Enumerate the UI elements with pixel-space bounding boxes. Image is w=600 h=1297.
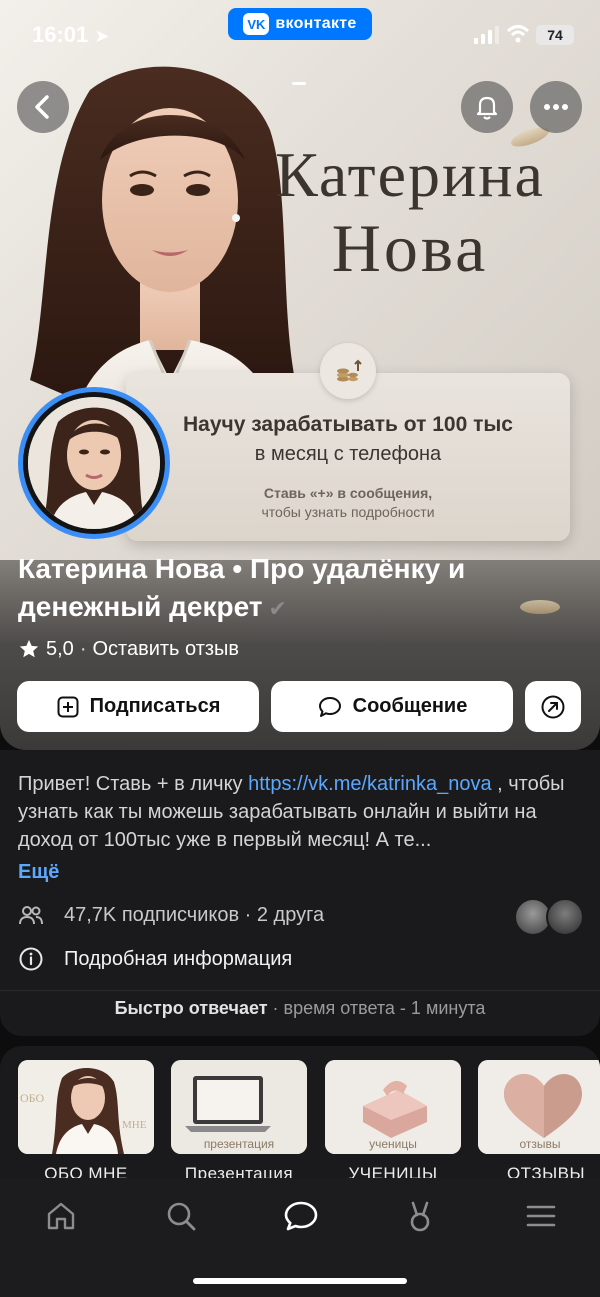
cellular-signal-icon <box>474 26 499 44</box>
cover-title-line2: Нова <box>331 210 489 286</box>
back-button[interactable] <box>17 81 69 133</box>
svg-text:МНЕ: МНЕ <box>122 1119 147 1131</box>
profile-description: Привет! Ставь + в личку https://vk.me/ka… <box>18 770 588 854</box>
plus-square-icon <box>57 696 79 717</box>
tab-clips[interactable] <box>400 1196 440 1236</box>
description-text-start: Привет! Ставь + в личку <box>18 773 249 795</box>
vk-logo-icon: VK <box>243 13 270 35</box>
search-icon <box>167 1202 196 1231</box>
promo-subheadline: в месяц с телефона <box>254 443 442 465</box>
verified-check-icon: ✔ <box>268 596 287 621</box>
description-link[interactable]: https://vk.me/katrinka_nova <box>248 773 491 795</box>
profile-header: Катерина Нова Научу зарабатывать от 100 … <box>0 0 600 750</box>
more-dots-icon <box>544 104 568 110</box>
notifications-button[interactable] <box>461 81 513 133</box>
promo-cta-line2: чтобы узнать подробности <box>261 504 435 520</box>
drag-indicator <box>292 82 306 85</box>
friends-avatars[interactable] <box>514 898 584 936</box>
share-button[interactable] <box>525 681 581 732</box>
messages-icon <box>284 1201 318 1231</box>
cover-title-line1: Катерина <box>275 139 545 210</box>
home-indicator <box>193 1278 407 1284</box>
tab-home[interactable] <box>41 1196 81 1236</box>
friend-avatar <box>546 898 584 936</box>
status-time-text: 16:01 <box>32 22 89 47</box>
chevron-left-icon <box>35 95 49 119</box>
chat-bubble-icon <box>318 696 341 717</box>
tab-messages[interactable] <box>281 1196 321 1236</box>
fast-reply-label: Быстро отвечает <box>114 998 268 1018</box>
home-icon <box>47 1202 75 1230</box>
vk-app-badge-label: вконтакте <box>275 15 357 32</box>
followers-row[interactable]: 47,7K подписчиков · 2 друга <box>18 900 324 930</box>
promo-cta-line1: Ставь «+» в сообщения, <box>263 485 433 501</box>
avatar-photo <box>28 397 160 529</box>
highlight-students[interactable]: ученицы <box>325 1060 461 1154</box>
tab-menu[interactable] <box>521 1196 561 1236</box>
cover-title: Катерина Нова <box>250 139 570 287</box>
subscribe-button[interactable]: Подписаться <box>17 681 259 732</box>
more-options-button[interactable] <box>530 81 582 133</box>
highlight-about-me[interactable]: ОБО МНЕ <box>18 1060 154 1154</box>
tab-search[interactable] <box>161 1196 201 1236</box>
bell-icon <box>476 96 498 120</box>
message-button[interactable]: Сообщение <box>271 681 513 732</box>
rating-separator: · <box>79 637 87 660</box>
status-time: 16:01 ➤ <box>32 22 110 48</box>
response-time-info: Быстро отвечает · время ответа - 1 минут… <box>0 998 600 1019</box>
clips-icon <box>410 1201 430 1232</box>
promo-headline: Научу зарабатывать от 100 тыс <box>183 413 513 436</box>
show-more-link[interactable]: Ещё <box>18 861 59 884</box>
highlight-cover-text: ученицы <box>369 1137 417 1151</box>
highlight-cover-text: ОБО <box>20 1091 44 1105</box>
highlight-reviews[interactable]: отзывы <box>478 1060 600 1154</box>
info-circle-icon <box>19 947 43 971</box>
highlight-cover-text: презентация <box>204 1137 274 1151</box>
rating-row[interactable]: 5,0 · Оставить отзыв <box>18 636 239 662</box>
divider <box>0 990 600 991</box>
highlight-cover-text: отзывы <box>519 1137 560 1151</box>
leave-review-link[interactable]: Оставить отзыв <box>92 638 239 661</box>
avatar-ring <box>23 392 165 534</box>
followers-count: 47,7K подписчиков · 2 друга <box>64 903 325 926</box>
vk-app-badge[interactable]: VK вконтакте <box>228 8 372 40</box>
wifi-icon <box>506 25 530 43</box>
users-icon <box>19 906 43 925</box>
profile-name-text: Катерина Нова • Про удалёнку и денежный … <box>18 553 466 622</box>
profile-name: Катерина Нова • Про удалёнку и денежный … <box>18 550 578 628</box>
reply-time-text: · время ответа - 1 минута <box>267 998 486 1018</box>
location-arrow-icon: ➤ <box>94 26 110 46</box>
subscribe-button-label: Подписаться <box>89 695 221 717</box>
rating-value: 5,0 <box>46 637 74 660</box>
avatar[interactable] <box>18 387 170 539</box>
star-icon <box>19 639 39 658</box>
status-bar: 16:01 ➤ VK вконтакте 74 <box>0 0 600 70</box>
coins-growth-icon <box>320 343 376 399</box>
battery-indicator: 74 <box>536 25 574 45</box>
detailed-info-label: Подробная информация <box>64 947 293 970</box>
message-button-label: Сообщение <box>352 695 468 717</box>
highlight-presentation[interactable]: презентация <box>171 1060 307 1154</box>
detailed-info-row[interactable]: Подробная информация <box>18 944 292 974</box>
menu-icon <box>526 1205 556 1227</box>
share-arrow-icon <box>541 695 565 718</box>
